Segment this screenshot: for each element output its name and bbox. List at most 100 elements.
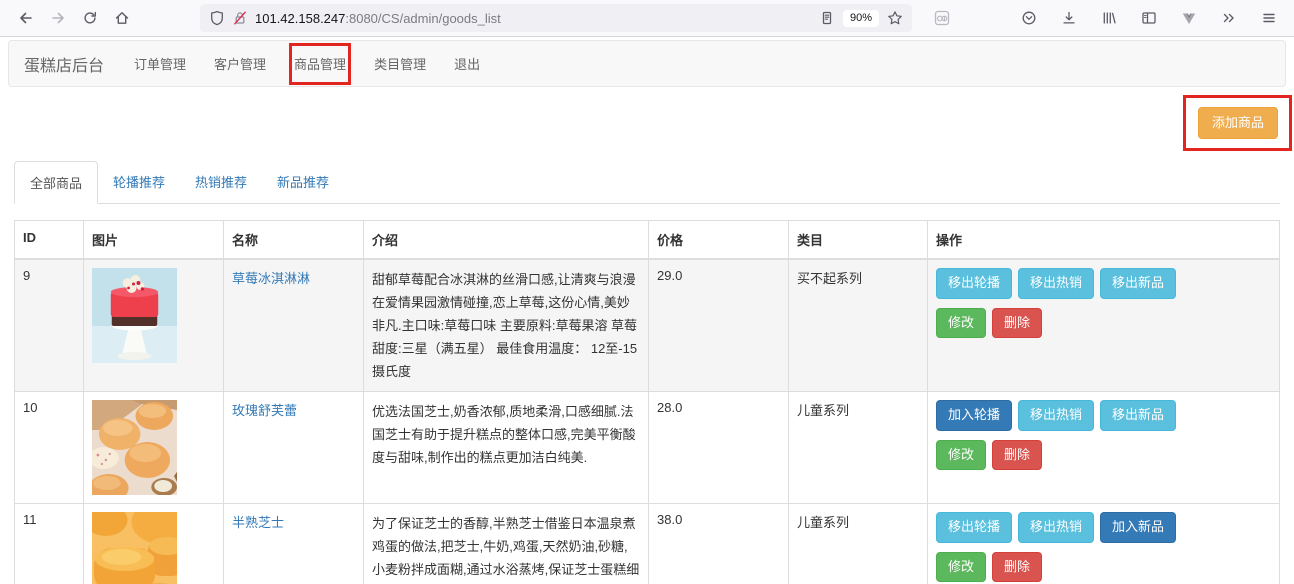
navbar-brand[interactable]: 蛋糕店后台 bbox=[24, 52, 104, 76]
remove-new-button[interactable]: 移出新品 bbox=[1100, 268, 1176, 298]
tab-new-recommend[interactable]: 新品推荐 bbox=[262, 161, 344, 204]
url-text[interactable]: 101.42.158.247:8080/CS/admin/goods_list bbox=[255, 11, 501, 26]
translate-button[interactable] bbox=[926, 4, 958, 32]
app-menu-button[interactable] bbox=[1254, 4, 1284, 32]
product-name-link[interactable]: 半熟芝士 bbox=[232, 515, 284, 530]
pocket-icon bbox=[1021, 10, 1037, 26]
reload-button[interactable] bbox=[74, 4, 106, 32]
cell-desc: 为了保证芝士的香醇,半熟芝士借鉴日本温泉煮鸡蛋的做法,把芝士,牛奶,鸡蛋,天然奶… bbox=[372, 512, 640, 584]
translate-icon bbox=[933, 9, 951, 27]
cell-category: 买不起系列 bbox=[789, 259, 928, 392]
product-name-link[interactable]: 草莓冰淇淋淋 bbox=[232, 271, 310, 286]
add-button-row: 添加商品 bbox=[0, 95, 1292, 151]
delete-button[interactable]: 删除 bbox=[992, 552, 1042, 582]
delete-button[interactable]: 删除 bbox=[992, 308, 1042, 338]
remove-carousel-button[interactable]: 移出轮播 bbox=[936, 512, 1012, 542]
edit-button[interactable]: 修改 bbox=[936, 552, 986, 582]
add-goods-button[interactable]: 添加商品 bbox=[1198, 107, 1278, 139]
sidebar-icon bbox=[1141, 10, 1157, 26]
header-name: 名称 bbox=[224, 221, 364, 260]
url-path: :8080/CS/admin/goods_list bbox=[345, 11, 500, 26]
tab-hot-recommend[interactable]: 热销推荐 bbox=[180, 161, 262, 204]
library-button[interactable] bbox=[1094, 4, 1124, 32]
nav-item-logout[interactable]: 退出 bbox=[440, 54, 494, 73]
edit-button[interactable]: 修改 bbox=[936, 308, 986, 338]
nav-item-goods[interactable]: 商品管理 bbox=[294, 57, 346, 72]
nav-item-orders[interactable]: 订单管理 bbox=[120, 54, 200, 73]
product-image bbox=[92, 400, 177, 495]
home-button[interactable] bbox=[106, 4, 138, 32]
goods-filter-tabs: 全部商品 轮播推荐 热销推荐 新品推荐 bbox=[14, 161, 1280, 204]
cell-desc: 甜郁草莓配合冰淇淋的丝滑口感,让清爽与浪漫在爱情果园激情碰撞,恋上草莓,这份心情… bbox=[372, 268, 640, 383]
browser-toolbar: 101.42.158.247:8080/CS/admin/goods_list … bbox=[0, 0, 1294, 37]
goods-table-body: 9 草莓冰淇淋淋 甜郁草莓配合冰淇淋的丝滑口感,让清爽与浪漫在爱情果园激情碰撞,… bbox=[15, 259, 1280, 584]
tab-carousel-recommend[interactable]: 轮播推荐 bbox=[98, 161, 180, 204]
remove-hot-button[interactable]: 移出热销 bbox=[1018, 400, 1094, 430]
admin-navbar: 蛋糕店后台 订单管理 客户管理 商品管理 类目管理 退出 bbox=[8, 40, 1286, 87]
hamburger-menu-icon bbox=[1261, 10, 1277, 26]
product-image bbox=[92, 512, 177, 584]
cell-desc: 优选法国芝士,奶香浓郁,质地柔滑,口感细腻.法国芝士有助于提升糕点的整体口感,完… bbox=[372, 400, 640, 469]
reader-mode-icon[interactable] bbox=[819, 10, 835, 26]
url-bar[interactable]: 101.42.158.247:8080/CS/admin/goods_list … bbox=[200, 4, 912, 32]
header-actions: 操作 bbox=[928, 221, 1280, 260]
insecure-lock-icon[interactable] bbox=[232, 10, 248, 26]
cell-category: 儿童系列 bbox=[789, 504, 928, 584]
remove-hot-button[interactable]: 移出热销 bbox=[1018, 268, 1094, 298]
vue-icon bbox=[1181, 10, 1197, 26]
cell-id: 9 bbox=[15, 259, 84, 392]
table-row: 10 玫瑰舒芙蕾 优选法国芝士,奶香浓郁,质地柔滑,口感细腻.法国芝士有助于提升… bbox=[15, 392, 1280, 504]
table-row: 9 草莓冰淇淋淋 甜郁草莓配合冰淇淋的丝滑口感,让清爽与浪漫在爱情果园激情碰撞,… bbox=[15, 259, 1280, 392]
header-id: ID bbox=[15, 221, 84, 260]
bookmark-star-icon[interactable] bbox=[887, 10, 903, 26]
cell-category: 儿童系列 bbox=[789, 392, 928, 504]
tab-all-goods[interactable]: 全部商品 bbox=[14, 161, 98, 204]
download-icon bbox=[1061, 10, 1077, 26]
product-name-link[interactable]: 玫瑰舒芙蕾 bbox=[232, 403, 297, 418]
goods-table: ID 图片 名称 介绍 价格 类目 操作 9 草莓冰淇淋淋 甜郁草莓配合冰淇淋的… bbox=[14, 220, 1280, 584]
shield-icon[interactable] bbox=[209, 10, 225, 26]
header-image: 图片 bbox=[84, 221, 224, 260]
delete-button[interactable]: 删除 bbox=[992, 440, 1042, 470]
header-desc: 介绍 bbox=[364, 221, 649, 260]
library-icon bbox=[1101, 10, 1117, 26]
actions-cell: 移出轮播移出热销移出新品修改删除 bbox=[936, 268, 1271, 344]
downloads-button[interactable] bbox=[1054, 4, 1084, 32]
pocket-button[interactable] bbox=[1014, 4, 1044, 32]
nav-item-categories[interactable]: 类目管理 bbox=[360, 54, 440, 73]
header-category: 类目 bbox=[789, 221, 928, 260]
table-header-row: ID 图片 名称 介绍 价格 类目 操作 bbox=[15, 221, 1280, 260]
url-host: 101.42.158.247 bbox=[255, 11, 345, 26]
cell-id: 10 bbox=[15, 392, 84, 504]
admin-page: 蛋糕店后台 订单管理 客户管理 商品管理 类目管理 退出 添加商品 全部商品 轮… bbox=[0, 40, 1294, 584]
cell-price: 38.0 bbox=[649, 504, 789, 584]
back-button[interactable] bbox=[10, 4, 42, 32]
forward-button[interactable] bbox=[42, 4, 74, 32]
add-carousel-button[interactable]: 加入轮播 bbox=[936, 400, 1012, 430]
cell-id: 11 bbox=[15, 504, 84, 584]
back-icon bbox=[18, 10, 34, 26]
cell-price: 28.0 bbox=[649, 392, 789, 504]
product-image bbox=[92, 268, 177, 363]
remove-carousel-button[interactable]: 移出轮播 bbox=[936, 268, 1012, 298]
header-price: 价格 bbox=[649, 221, 789, 260]
add-new-button[interactable]: 加入新品 bbox=[1100, 512, 1176, 542]
home-icon bbox=[114, 10, 130, 26]
actions-cell: 移出轮播移出热销加入新品修改删除 bbox=[936, 512, 1271, 584]
sidebar-toggle-button[interactable] bbox=[1134, 4, 1164, 32]
remove-new-button[interactable]: 移出新品 bbox=[1100, 400, 1176, 430]
actions-cell: 加入轮播移出热销移出新品修改删除 bbox=[936, 400, 1271, 476]
remove-hot-button[interactable]: 移出热销 bbox=[1018, 512, 1094, 542]
reload-icon bbox=[82, 10, 98, 26]
annotation-box-add-button: 添加商品 bbox=[1183, 95, 1292, 151]
vue-devtools-button[interactable] bbox=[1174, 4, 1204, 32]
cell-price: 29.0 bbox=[649, 259, 789, 392]
double-chevron-icon bbox=[1221, 10, 1237, 26]
zoom-level-badge[interactable]: 90% bbox=[843, 10, 879, 27]
forward-icon bbox=[50, 10, 66, 26]
table-row: 11 半熟芝士 为了保证芝士的香醇,半熟芝士借鉴日本温泉煮鸡蛋的做法,把芝士,牛… bbox=[15, 504, 1280, 584]
overflow-menu-button[interactable] bbox=[1214, 4, 1244, 32]
edit-button[interactable]: 修改 bbox=[936, 440, 986, 470]
nav-item-customers[interactable]: 客户管理 bbox=[200, 54, 280, 73]
annotation-box-goods-nav: 商品管理 bbox=[289, 43, 351, 85]
